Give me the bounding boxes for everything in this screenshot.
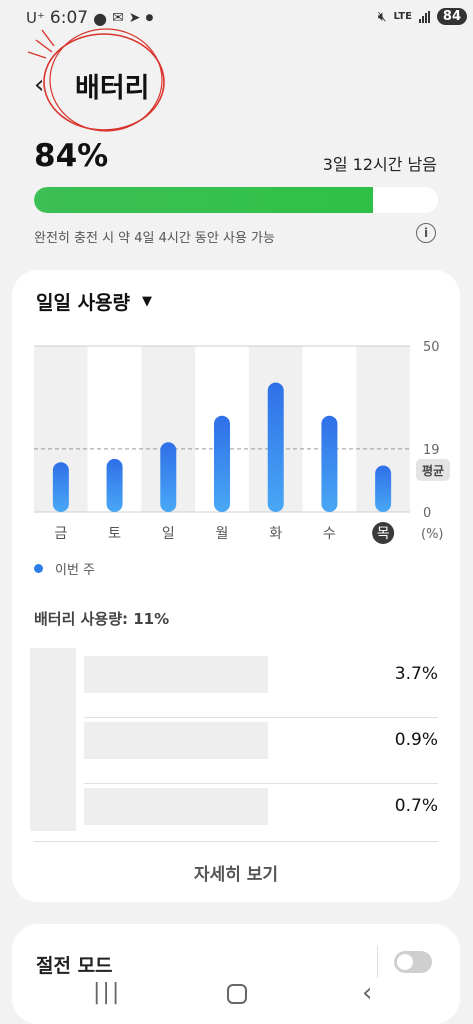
app-usage-row[interactable]: 3.7% xyxy=(84,648,438,718)
back-chevron-icon[interactable]: ‹ xyxy=(34,70,44,100)
divider xyxy=(34,841,438,842)
battery-usage-title: 배터리 사용량: 11% xyxy=(34,610,170,628)
x-tick-label: 목 xyxy=(377,526,390,542)
signal-icon xyxy=(418,10,430,23)
info-icon[interactable]: i xyxy=(416,223,436,243)
power-saving-label: 절전 모드 xyxy=(36,955,113,977)
chart-bar xyxy=(160,442,177,512)
status-bar: U⁺ 6:07 ● ✉ ➤ ● 🔇︎ LTE 84 xyxy=(0,0,473,36)
dot-icon: ● xyxy=(145,13,154,23)
daily-usage-card: 일일 사용량 ▼ 금 토 일 월 화 수 목 50 19 0 (%) 평균 이번 주 배터리 사용량:… xyxy=(12,270,460,902)
battery-level-bar xyxy=(34,187,438,213)
view-details-button[interactable]: 자세히 보기 xyxy=(12,860,460,885)
y-axis-unit-label: (%) xyxy=(421,527,444,542)
chart-bar xyxy=(321,415,338,512)
app-name-placeholder xyxy=(84,656,268,693)
app-icons-column xyxy=(30,648,76,831)
recents-icon[interactable]: ||| xyxy=(93,980,121,1005)
app-name-placeholder xyxy=(84,722,268,759)
app-name-placeholder xyxy=(84,788,268,825)
app-usage-row[interactable]: 0.9% xyxy=(84,714,438,784)
home-icon[interactable] xyxy=(227,984,247,1004)
y-tick-label: 50 xyxy=(423,340,440,355)
battery-level-fill xyxy=(34,187,374,213)
page-title: 배터리 xyxy=(75,73,150,104)
x-tick-label: 월 xyxy=(216,526,229,542)
x-tick-label: 수 xyxy=(323,526,336,542)
legend-label: 이번 주 xyxy=(55,563,96,578)
navigation-bar: ||| ‹ xyxy=(0,978,473,1024)
time-remaining: 3일 12시간 남음 xyxy=(322,155,437,174)
usage-chart: 금 토 일 월 화 수 목 50 19 0 (%) 평균 xyxy=(34,340,450,544)
power-saving-toggle[interactable] xyxy=(394,951,432,973)
divider xyxy=(377,946,378,978)
x-tick-label: 화 xyxy=(269,526,282,542)
x-tick-label: 일 xyxy=(162,526,175,542)
chart-bar xyxy=(52,462,69,512)
status-time: 6:07 xyxy=(49,8,89,28)
y-tick-label: 19 xyxy=(423,443,440,458)
status-left: U⁺ 6:07 ● ✉ ➤ ● xyxy=(26,8,153,28)
chart-bar xyxy=(106,458,123,512)
toggle-knob xyxy=(397,954,413,970)
app-usage-value: 0.7% xyxy=(394,796,438,816)
nav-back-icon[interactable]: ‹ xyxy=(362,978,372,1008)
mute-icon: 🔇︎ xyxy=(377,8,387,25)
network-label: LTE xyxy=(393,11,412,22)
chart-bar xyxy=(267,382,284,512)
app-usage-row[interactable]: 0.7% xyxy=(84,780,438,850)
chart-legend: 이번 주 xyxy=(34,559,95,578)
x-tick-label: 금 xyxy=(54,526,67,542)
send-icon: ➤ xyxy=(128,10,141,26)
chat-icon: ● xyxy=(93,8,108,28)
status-right: 🔇︎ LTE 84 xyxy=(378,8,467,25)
mail-icon: ✉ xyxy=(112,10,124,26)
y-tick-label: 0 xyxy=(423,506,431,521)
chart-bar xyxy=(214,415,230,512)
legend-dot-icon xyxy=(34,564,43,573)
chart-bar xyxy=(375,465,392,512)
battery-status: 84 xyxy=(436,8,467,25)
carrier-label: U⁺ xyxy=(26,9,45,27)
average-badge-label: 평균 xyxy=(422,464,444,478)
battery-percent: 84% xyxy=(34,138,109,174)
full-charge-note: 완전히 충전 시 약 4일 4시간 동안 사용 가능 xyxy=(34,231,275,246)
app-usage-value: 0.9% xyxy=(394,730,438,750)
x-tick-label: 토 xyxy=(108,526,121,542)
app-usage-value: 3.7% xyxy=(394,664,438,684)
